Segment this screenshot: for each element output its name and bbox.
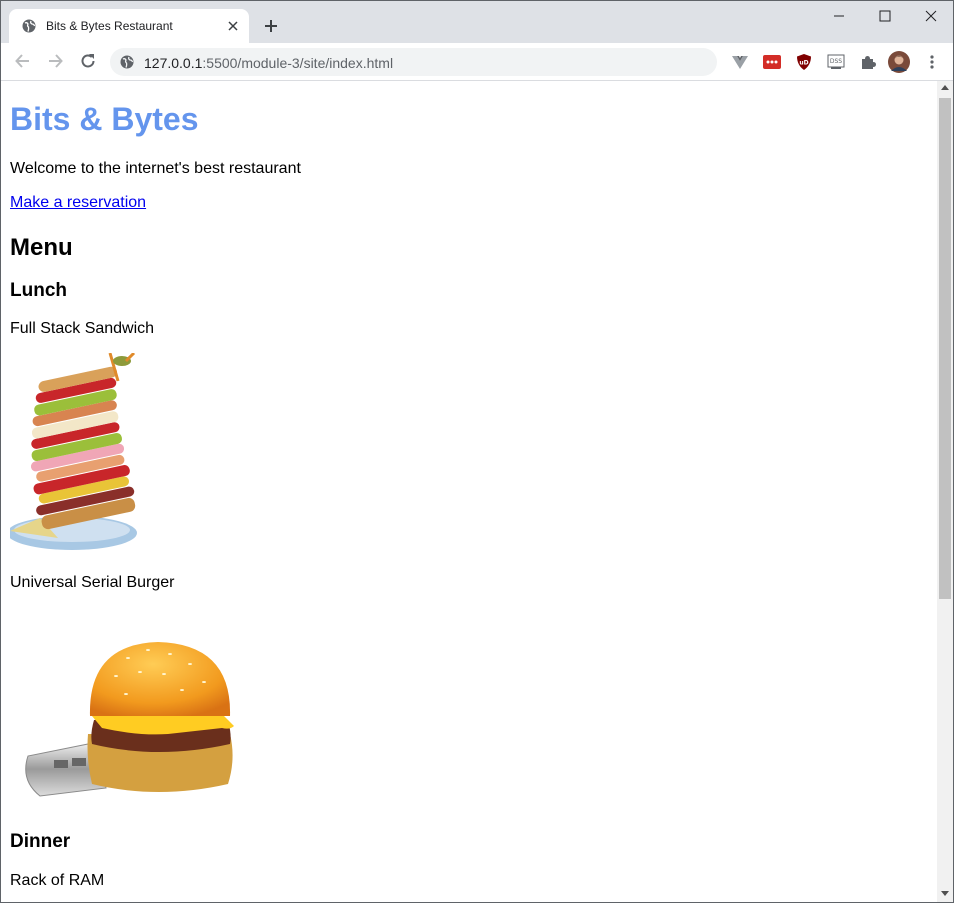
extensions-icon[interactable] [859, 53, 877, 71]
url-host: 127.0.0.1 [144, 55, 203, 71]
plus-icon[interactable] [261, 16, 281, 36]
sandwich-image [10, 353, 137, 550]
svg-text:uD: uD [799, 60, 808, 67]
reservation-link[interactable]: Make a reservation [10, 194, 146, 212]
menu-item: Full Stack Sandwich [10, 320, 155, 337]
lunch-heading: Lunch [10, 280, 67, 301]
url-text[interactable]: 127.0.0.1:5500/module-3/site/index.html [144, 55, 393, 71]
extension-dss-icon[interactable]: DSS [827, 53, 845, 71]
window-close-icon[interactable] [908, 1, 954, 31]
scroll-up-arrow-icon[interactable] [941, 85, 949, 90]
close-icon[interactable] [225, 18, 241, 34]
avatar[interactable] [888, 51, 910, 73]
ublock-icon[interactable]: uD [795, 53, 813, 71]
svg-text:DSS: DSS [830, 58, 842, 65]
welcome-text: Welcome to the internet's best restauran… [10, 160, 301, 177]
tab-title: Bits & Bytes Restaurant [46, 19, 173, 33]
address-bar[interactable]: 127.0.0.1:5500/module-3/site/index.html [110, 48, 717, 76]
menu-item: Universal Serial Burger [10, 574, 175, 591]
globe-icon[interactable] [120, 55, 134, 69]
back-icon[interactable] [13, 51, 33, 71]
vue-devtools-icon[interactable] [731, 53, 749, 71]
minimize-icon[interactable] [816, 1, 862, 31]
browser-window: Bits & Bytes Restaurant 127.0.0.1:5500/m… [0, 0, 954, 903]
forward-icon[interactable] [45, 51, 65, 71]
tab-strip: Bits & Bytes Restaurant [1, 1, 953, 43]
dinner-heading: Dinner [10, 831, 71, 852]
lastpass-icon[interactable] [763, 53, 781, 71]
url-path: :5500/module-3/site/index.html [202, 55, 394, 71]
menu-heading: Menu [10, 234, 73, 261]
page-viewport: Bits & Bytes Welcome to the internet's b… [1, 81, 937, 902]
globe-icon [22, 19, 36, 33]
maximize-icon[interactable] [862, 1, 908, 31]
browser-toolbar: 127.0.0.1:5500/module-3/site/index.html … [1, 43, 953, 81]
scroll-down-arrow-icon[interactable] [941, 891, 949, 896]
scroll-thumb[interactable] [939, 98, 951, 599]
menu-dots-icon[interactable] [923, 53, 941, 71]
tab-active[interactable]: Bits & Bytes Restaurant [9, 9, 249, 43]
reload-icon[interactable] [78, 51, 98, 71]
vertical-scrollbar[interactable] [937, 81, 953, 902]
site-title: Bits & Bytes [10, 101, 199, 137]
menu-item: Rack of RAM [10, 872, 105, 889]
burger-usb-image [25, 642, 234, 797]
